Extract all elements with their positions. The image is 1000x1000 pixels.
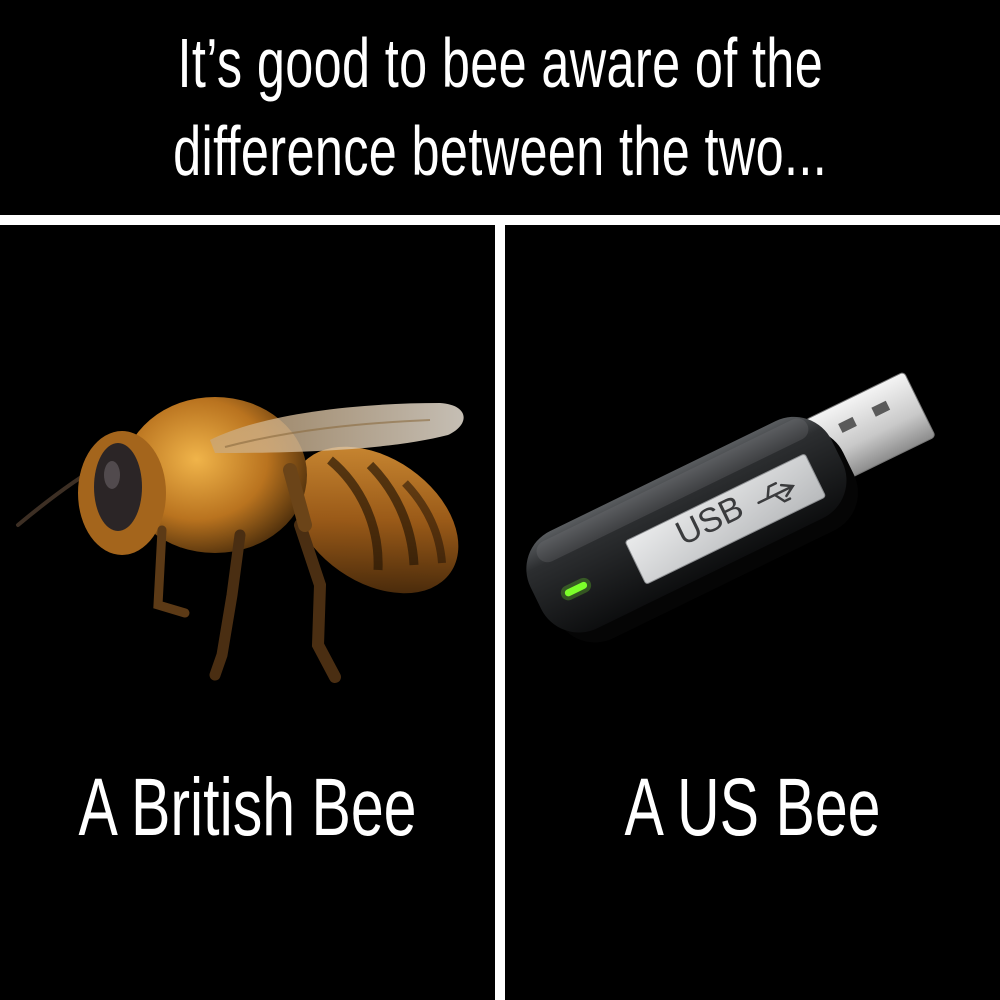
- left-panel: A British Bee: [0, 225, 495, 1000]
- left-caption: A British Bee: [78, 762, 417, 853]
- honeybee-icon: [16, 397, 464, 683]
- right-panel: USB A US Bee: [505, 225, 1000, 1000]
- meme-header: It’s good to bee aware of the difference…: [0, 0, 1000, 214]
- headline-line-1: It’s good to bee aware of the: [177, 24, 823, 102]
- vertical-divider: [495, 215, 505, 1000]
- usb-flash-drive-icon: USB: [526, 372, 935, 643]
- meme-image: It’s good to bee aware of the difference…: [0, 0, 1000, 1000]
- right-caption: A US Bee: [624, 762, 881, 853]
- headline-line-2: difference between the two...: [173, 112, 827, 190]
